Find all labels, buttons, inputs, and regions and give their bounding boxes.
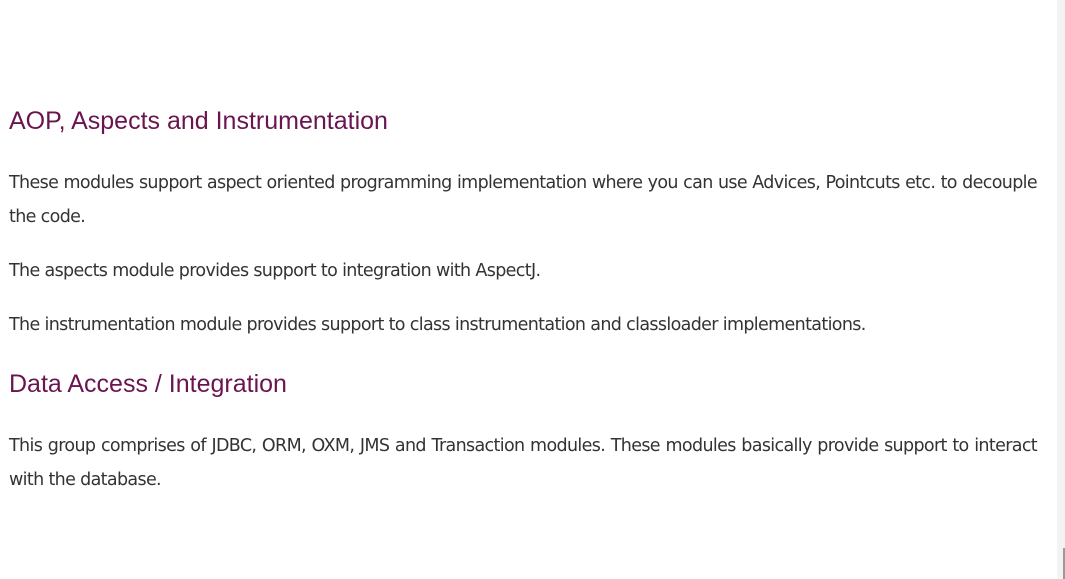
article-page: AOP, Aspects and Instrumentation These m… [0, 0, 1065, 579]
paragraph-aspects-module: The aspects module provides support to i… [9, 261, 541, 281]
paragraph-instrumentation-module: The instrumentation module provides supp… [9, 315, 866, 335]
paragraph-data-access: This group comprises of JDBC, ORM, OXM, … [9, 436, 1038, 490]
section-heading-data-access: Data Access / Integration [9, 370, 287, 398]
paragraph-aop-modules: These modules support aspect oriented pr… [9, 173, 1038, 227]
section-heading-aop: AOP, Aspects and Instrumentation [9, 107, 388, 135]
vertical-scrollbar[interactable] [1057, 0, 1065, 579]
